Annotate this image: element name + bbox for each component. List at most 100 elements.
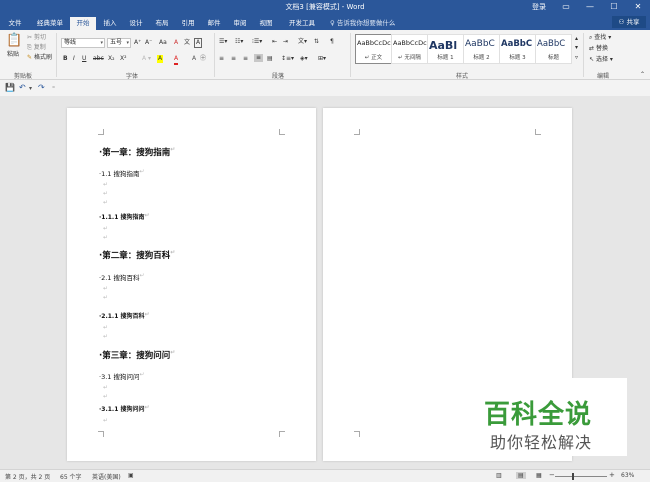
justify-button[interactable]: ≡ xyxy=(254,54,264,62)
heading-3-line[interactable]: ·2.1.1 搜狗百科 ↵ xyxy=(99,311,150,320)
paste-icon[interactable]: 📋 xyxy=(6,34,22,48)
enclose-char-button[interactable]: ㊉ xyxy=(200,55,206,63)
copy-button[interactable]: ⎘ 复制 xyxy=(27,44,46,52)
borders-button[interactable]: ⊞▾ xyxy=(318,55,326,63)
align-center-button[interactable]: ≡ xyxy=(231,55,236,63)
change-case-button[interactable]: Aa xyxy=(159,39,167,47)
phonetic-guide-button[interactable]: 文 xyxy=(184,39,190,47)
find-button[interactable]: ⌕ 查找 ▾ xyxy=(589,34,611,42)
highlight-button[interactable]: A xyxy=(157,55,164,63)
ribbon-display-options-icon[interactable]: ▭ xyxy=(554,0,578,15)
word-count[interactable]: 65 个字 xyxy=(60,472,82,481)
print-layout-icon[interactable]: ▤ xyxy=(516,472,526,479)
align-right-button[interactable]: ≡ xyxy=(243,55,248,63)
heading-1-line[interactable]: ·第三章：搜狗问问 ↵ xyxy=(99,349,175,361)
show-marks-button[interactable]: ¶ xyxy=(330,38,334,46)
heading-2-line[interactable]: ·2.1 搜狗百科 ↵ xyxy=(99,272,145,282)
language-indicator[interactable]: 英语(美国) xyxy=(92,472,121,481)
tab-mailings[interactable]: 邮件 xyxy=(204,17,224,30)
share-button[interactable]: ⚇ 共享 xyxy=(612,16,646,28)
replace-button[interactable]: ⇄ 替换 xyxy=(589,45,608,53)
tab-review[interactable]: 审阅 xyxy=(230,17,250,30)
italic-button[interactable]: I xyxy=(73,55,75,63)
zoom-level[interactable]: 63% xyxy=(621,472,634,479)
undo-icon[interactable]: ↶ xyxy=(19,83,26,92)
tab-view[interactable]: 视图 xyxy=(256,17,276,30)
tab-references[interactable]: 引用 xyxy=(178,17,198,30)
page-count[interactable]: 第 2 页，共 2 页 xyxy=(5,472,50,481)
font-size-combo[interactable]: 五号 ▾ xyxy=(107,38,131,48)
text-effects-button[interactable]: A ▾ xyxy=(142,55,151,63)
char-shading-button[interactable]: A xyxy=(192,55,196,63)
zoom-slider-thumb[interactable] xyxy=(572,473,574,480)
zoom-in-button[interactable]: + xyxy=(609,471,615,479)
grow-font-button[interactable]: A⁺ xyxy=(134,39,141,47)
heading-3-line[interactable]: ·1.1.1 搜狗指南 ↵ xyxy=(99,212,150,221)
clear-format-button[interactable]: A xyxy=(174,39,178,47)
heading-3-line[interactable]: ·3.1.1 搜狗问问 ↵ xyxy=(99,404,150,413)
multilevel-list-button[interactable]: ⁝☰▾ xyxy=(252,38,262,46)
char-border-button[interactable]: A xyxy=(194,38,203,48)
undo-dropdown-icon[interactable]: ▾ xyxy=(29,85,32,92)
maximize-icon[interactable]: ☐ xyxy=(602,0,626,15)
strikethrough-button[interactable]: abc xyxy=(93,55,104,63)
line-text: 2.1.1 搜狗百科 xyxy=(101,313,145,320)
shading-button[interactable]: ◈▾ xyxy=(300,55,308,63)
format-painter-button[interactable]: ✎ 格式刷 xyxy=(27,54,52,62)
read-mode-icon[interactable]: ▥ xyxy=(496,472,502,479)
shrink-font-button[interactable]: A⁻ xyxy=(145,39,152,47)
styles-scroll-down[interactable]: ▾ xyxy=(575,44,578,52)
style-item[interactable]: AaBbCcDc ↵ 正文 xyxy=(355,34,392,64)
save-icon[interactable]: 💾 xyxy=(5,83,15,92)
style-item[interactable]: AaBbC 标题 2 xyxy=(463,34,500,64)
select-button[interactable]: ↖ 选择 ▾ xyxy=(589,56,613,64)
superscript-button[interactable]: X² xyxy=(120,55,127,63)
font-color-button[interactable]: A xyxy=(174,55,179,65)
cut-button[interactable]: ✂ 剪切 xyxy=(27,34,46,42)
distributed-button[interactable]: ▤ xyxy=(267,55,273,63)
increase-indent-button[interactable]: ⇥ xyxy=(283,38,288,46)
heading-1-line[interactable]: ·第一章：搜狗指南 ↵ xyxy=(99,146,175,158)
tab-classic-menu[interactable]: 经典菜单 xyxy=(34,17,66,30)
customize-qat-icon[interactable]: ⁼ xyxy=(52,85,55,92)
close-icon[interactable]: ✕ xyxy=(626,0,650,15)
align-left-button[interactable]: ≡ xyxy=(219,55,224,63)
decrease-indent-button[interactable]: ⇤ xyxy=(272,38,277,46)
paste-button[interactable]: 粘贴 xyxy=(7,51,19,59)
bold-button[interactable]: B xyxy=(63,55,68,63)
heading-1-line[interactable]: ·第二章：搜狗百科 ↵ xyxy=(99,249,175,261)
sort-button[interactable]: ⇅ xyxy=(314,38,319,46)
zoom-out-button[interactable]: − xyxy=(549,471,555,479)
tab-layout[interactable]: 布局 xyxy=(152,17,172,30)
minimize-icon[interactable]: — xyxy=(578,0,602,15)
tab-file[interactable]: 文件 xyxy=(4,17,26,30)
style-item[interactable]: AaBbC 标题 xyxy=(535,34,572,64)
page-1[interactable]: ·第一章：搜狗指南 ↵ ·1.1 搜狗指南 ↵ ↵ ↵ ↵ ·1.1.1 搜狗指南 ↵… xyxy=(67,108,316,461)
font-name-combo[interactable]: 等线 ▾ xyxy=(61,38,105,48)
heading-2-line[interactable]: ·3.1 搜狗问问 ↵ xyxy=(99,371,145,381)
tab-design[interactable]: 设计 xyxy=(126,17,146,30)
tab-insert[interactable]: 插入 xyxy=(100,17,120,30)
tab-home[interactable]: 开始 xyxy=(70,17,96,30)
style-item[interactable]: AaBl 标题 1 xyxy=(427,34,464,64)
bullets-button[interactable]: ☰▾ xyxy=(219,38,227,46)
collapse-ribbon-icon[interactable]: ⌃ xyxy=(640,71,645,79)
chinese-layout-button[interactable]: 文▾ xyxy=(298,38,307,46)
editing-group-label: 编辑 xyxy=(597,73,610,80)
macro-record-icon[interactable]: ▣ xyxy=(128,472,134,479)
line-spacing-button[interactable]: ↕≡▾ xyxy=(281,55,294,63)
subscript-button[interactable]: X₂ xyxy=(108,55,115,63)
styles-more[interactable]: ▿ xyxy=(575,54,578,62)
login-link[interactable]: 登录 xyxy=(532,2,546,12)
numbering-button[interactable]: ☷▾ xyxy=(235,38,243,46)
heading-2-line[interactable]: ·1.1 搜狗指南 ↵ xyxy=(99,168,145,178)
tab-developer[interactable]: 开发工具 xyxy=(286,17,318,30)
redo-icon[interactable]: ↷ xyxy=(38,83,45,92)
underline-button[interactable]: U xyxy=(82,55,86,63)
web-layout-icon[interactable]: ▦ xyxy=(536,472,542,479)
style-item[interactable]: AaBbC 标题 3 xyxy=(499,34,536,64)
styles-scroll-up[interactable]: ▴ xyxy=(575,35,578,43)
tell-me-box[interactable]: ♀ 告诉我你想要做什么 xyxy=(330,17,395,27)
zoom-slider-track[interactable] xyxy=(555,476,607,477)
style-item[interactable]: AaBbCcDc ↵ 无间隔 xyxy=(391,34,428,64)
